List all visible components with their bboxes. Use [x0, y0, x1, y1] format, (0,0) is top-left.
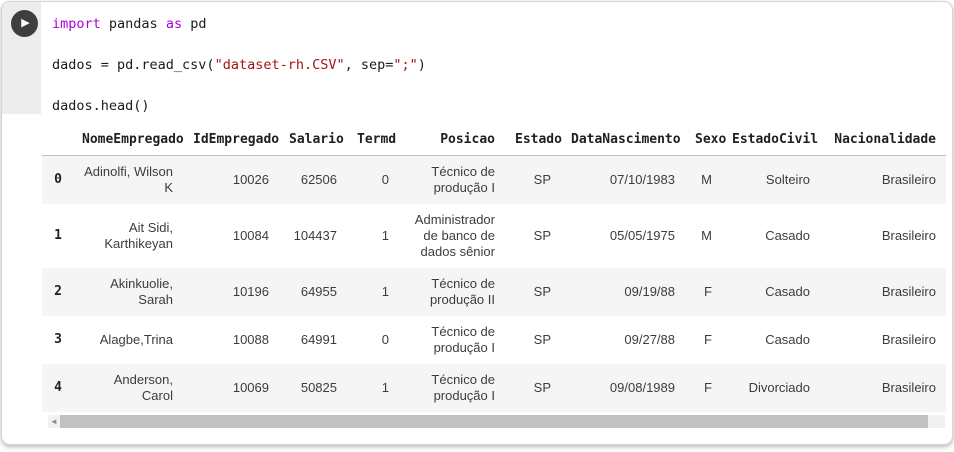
table-cell: F: [685, 364, 722, 412]
table-cell: Brasileiro: [820, 204, 946, 268]
table-cell: 1: [347, 268, 399, 316]
column-header-posicao: Posicao: [399, 126, 505, 156]
table-cell: 09/19/88: [561, 268, 685, 316]
row-index: 2: [42, 268, 72, 316]
table-cell: Brasileiro: [820, 268, 946, 316]
table-cell: 10084: [183, 204, 279, 268]
code-line: import pandas as pd: [52, 14, 942, 35]
code-token: "dataset-rh.CSV": [215, 57, 345, 73]
notebook-cell: ▶ import pandas as pd dados = pd.read_cs…: [1, 1, 953, 445]
table-cell: Akinkuolie, Sarah: [72, 268, 183, 316]
play-icon: ▶: [21, 18, 29, 29]
table-cell: F: [685, 316, 722, 364]
code-token: as: [166, 16, 182, 32]
code-token: ): [418, 57, 426, 73]
header-row: NomeEmpregado IdEmpregado Salario Termd …: [42, 126, 946, 156]
code-line: dados.head(): [52, 96, 942, 117]
column-header-estadocivil: EstadoCivil: [722, 126, 820, 156]
table-cell: Solteiro: [722, 156, 820, 205]
table-cell: Técnico de produção I: [399, 364, 505, 412]
table-cell: Casado: [722, 316, 820, 364]
table-cell: 62506: [279, 156, 347, 205]
code-token: pandas: [101, 16, 166, 32]
row-index: 4: [42, 364, 72, 412]
row-index: 3: [42, 316, 72, 364]
column-header-nomeempregado: NomeEmpregado: [72, 126, 183, 156]
column-header-estado: Estado: [505, 126, 561, 156]
table-cell: 10069: [183, 364, 279, 412]
table-cell: SP: [505, 268, 561, 316]
table-cell: SP: [505, 316, 561, 364]
table-cell: Ait Sidi, Karthikeyan: [72, 204, 183, 268]
column-header-salario: Salario: [279, 126, 347, 156]
code-token: ";": [393, 57, 417, 73]
table-cell: Anderson, Carol: [72, 364, 183, 412]
code-editor[interactable]: import pandas as pd dados = pd.read_csv(…: [52, 14, 942, 137]
table-cell: Casado: [722, 204, 820, 268]
code-token: pd: [182, 16, 206, 32]
table-cell: 0: [347, 316, 399, 364]
table-cell: F: [685, 268, 722, 316]
table-cell: 1: [347, 364, 399, 412]
table-cell: Administrador de banco de dados sênior: [399, 204, 505, 268]
dataframe-output: NomeEmpregado IdEmpregado Salario Termd …: [42, 126, 946, 412]
table-row: 2 Akinkuolie, Sarah 10196 64955 1 Técnic…: [42, 268, 946, 316]
table-row: 3 Alagbe,Trina 10088 64991 0 Técnico de …: [42, 316, 946, 364]
table-cell: 10196: [183, 268, 279, 316]
index-corner: [42, 126, 72, 156]
table-cell: Brasileiro: [820, 156, 946, 205]
table-row: 0 Adinolfi, Wilson K 10026 62506 0 Técni…: [42, 156, 946, 205]
code-token: dados = pd.read_csv(: [52, 57, 215, 73]
run-cell-button[interactable]: ▶: [11, 10, 38, 37]
table-cell: Alagbe,Trina: [72, 316, 183, 364]
scroll-left-button[interactable]: ◄: [48, 415, 60, 428]
table-cell: SP: [505, 364, 561, 412]
table-cell: Técnico de produção I: [399, 156, 505, 205]
column-header-sexo: Sexo: [685, 126, 722, 156]
table-cell: 50825: [279, 364, 347, 412]
table-cell: Técnico de produção I: [399, 316, 505, 364]
table-row: 4 Anderson, Carol 10069 50825 1 Técnico …: [42, 364, 946, 412]
table-cell: 09/27/88: [561, 316, 685, 364]
table-cell: Brasileiro: [820, 364, 946, 412]
code-token: dados.head(): [52, 98, 150, 114]
dataframe-table: NomeEmpregado IdEmpregado Salario Termd …: [42, 126, 946, 412]
horizontal-scrollbar[interactable]: ◄: [48, 415, 945, 428]
row-index: 0: [42, 156, 72, 205]
table-cell: 09/08/1989: [561, 364, 685, 412]
table-cell: 0: [347, 156, 399, 205]
column-header-idempregado: IdEmpregado: [183, 126, 279, 156]
code-token: import: [52, 16, 101, 32]
table-cell: Casado: [722, 268, 820, 316]
table-cell: Brasileiro: [820, 316, 946, 364]
table-cell: Técnico de produção II: [399, 268, 505, 316]
table-cell: M: [685, 204, 722, 268]
code-token: , sep=: [345, 57, 394, 73]
table-cell: SP: [505, 156, 561, 205]
table-cell: SP: [505, 204, 561, 268]
table-cell: M: [685, 156, 722, 205]
table-cell: 10026: [183, 156, 279, 205]
column-header-datanascimento: DataNascimento: [561, 126, 685, 156]
table-cell: 64955: [279, 268, 347, 316]
table-cell: 05/05/1975: [561, 204, 685, 268]
scroll-left-arrow-icon: ◄: [50, 417, 58, 426]
column-header-nacionalidade: Nacionalidade: [820, 126, 946, 156]
table-cell: 10088: [183, 316, 279, 364]
table-cell: 64991: [279, 316, 347, 364]
table-cell: 07/10/1983: [561, 156, 685, 205]
table-row: 1 Ait Sidi, Karthikeyan 10084 104437 1 A…: [42, 204, 946, 268]
table-cell: 1: [347, 204, 399, 268]
scrollbar-thumb[interactable]: [60, 415, 928, 428]
column-header-termd: Termd: [347, 126, 399, 156]
table-cell: Adinolfi, Wilson K: [72, 156, 183, 205]
table-cell: 104437: [279, 204, 347, 268]
row-index: 1: [42, 204, 72, 268]
table-cell: Divorciado: [722, 364, 820, 412]
code-line: dados = pd.read_csv("dataset-rh.CSV", se…: [52, 55, 942, 76]
